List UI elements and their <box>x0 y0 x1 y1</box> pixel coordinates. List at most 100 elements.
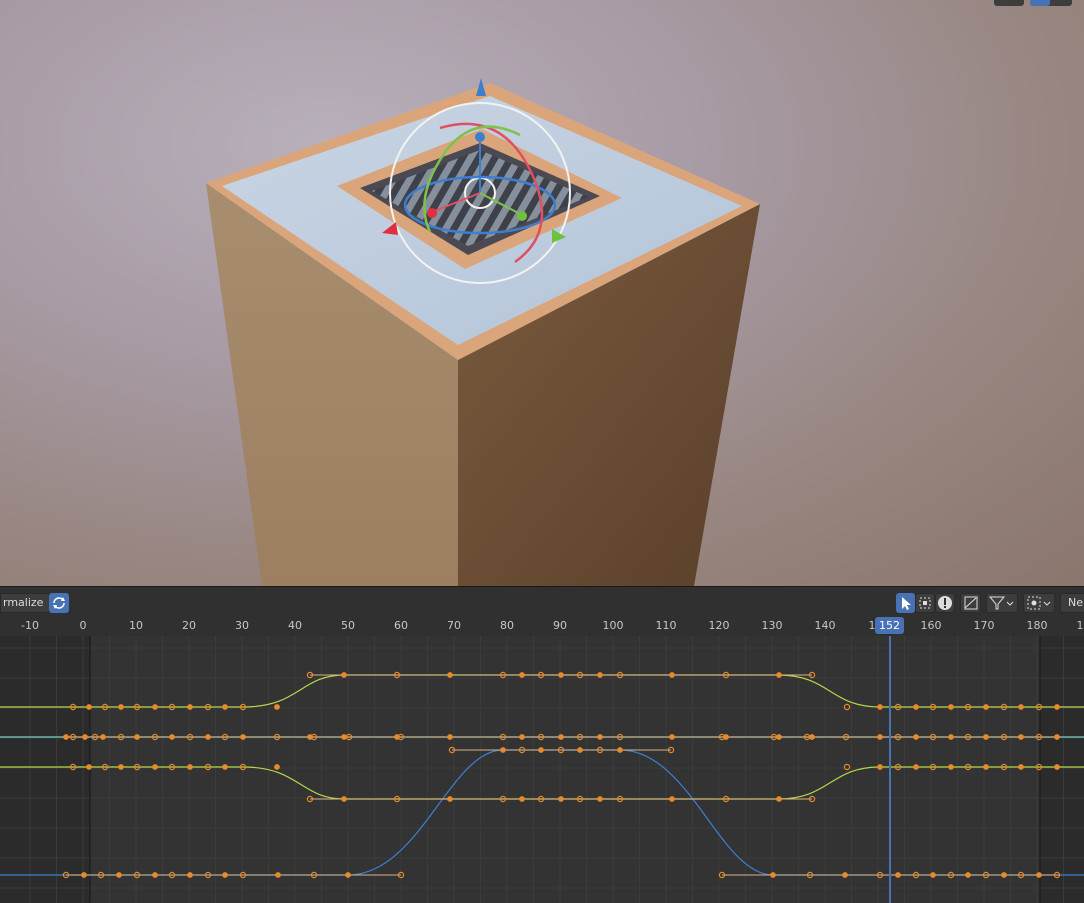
keyframe <box>81 872 87 878</box>
keyframe <box>519 672 525 678</box>
keyframe <box>597 796 603 802</box>
tick-label: 140 <box>814 619 836 632</box>
graph-canvas[interactable] <box>0 636 1084 903</box>
3d-viewport[interactable] <box>0 0 1084 586</box>
keyframe <box>82 734 88 740</box>
keyframe <box>1054 704 1060 710</box>
keyframe <box>877 704 883 710</box>
tick-label: 10 <box>129 619 143 632</box>
tick-label: -10 <box>21 619 39 632</box>
keyframe <box>86 764 92 770</box>
keyframe <box>617 747 623 753</box>
out-of-range-right <box>1040 636 1084 903</box>
normalize-mode-dropdown[interactable]: Ne <box>1060 593 1084 613</box>
keyframe <box>1054 734 1060 740</box>
tick-label: 40 <box>288 619 302 632</box>
keyframe <box>983 764 989 770</box>
keyframe <box>274 764 280 770</box>
keyframe <box>1001 872 1007 878</box>
tick-label: 20 <box>182 619 196 632</box>
keyframe <box>809 734 815 740</box>
keyframe <box>1054 764 1060 770</box>
tick-label: 60 <box>394 619 408 632</box>
keyframe <box>152 704 158 710</box>
keyframe <box>1036 872 1042 878</box>
viewport-view-button[interactable] <box>994 0 1024 6</box>
keyframe <box>669 734 675 740</box>
graph-editor-header: rmalize Ne <box>0 586 1084 617</box>
tick-label: 30 <box>235 619 249 632</box>
ghost-curve-icon[interactable] <box>960 593 981 613</box>
keyframe <box>776 734 782 740</box>
keyframe <box>877 764 883 770</box>
keyframe <box>447 672 453 678</box>
keyframe <box>983 704 989 710</box>
keyframe <box>669 672 675 678</box>
keyframe <box>983 734 989 740</box>
keyframe <box>63 734 69 740</box>
keyframe <box>913 764 919 770</box>
keyframe <box>500 747 506 753</box>
keyframe <box>187 704 193 710</box>
keyframe <box>948 734 954 740</box>
keyframe <box>770 872 776 878</box>
frame-ruler[interactable]: -10 0 10 20 30 40 50 60 70 80 90 100 110… <box>0 617 1084 636</box>
keyframe <box>169 734 175 740</box>
pivot-point-icon[interactable] <box>1023 593 1055 613</box>
keyframe <box>341 672 347 678</box>
keyframe <box>843 763 851 771</box>
keyframe <box>948 764 954 770</box>
keyframe <box>895 872 901 878</box>
keyframe <box>669 796 675 802</box>
keyframe <box>843 703 851 711</box>
warning-icon[interactable] <box>935 593 955 613</box>
funnel-icon[interactable] <box>986 593 1018 613</box>
keyframe <box>597 734 603 740</box>
keyframe <box>100 734 106 740</box>
keyframe <box>222 872 228 878</box>
keyframe <box>519 734 525 740</box>
tick-label: 170 <box>973 619 995 632</box>
refresh-icon[interactable] <box>49 593 69 613</box>
keyframe <box>152 764 158 770</box>
keyframe <box>913 704 919 710</box>
current-frame-indicator[interactable]: 152 <box>875 617 904 634</box>
cursor-arrow-icon[interactable] <box>896 593 915 613</box>
tick-label: 100 <box>602 619 624 632</box>
keyframe <box>913 734 919 740</box>
keyframe <box>240 734 246 740</box>
keyframe <box>275 872 281 878</box>
keyframe <box>519 796 525 802</box>
keyframe <box>187 764 193 770</box>
keyframe <box>597 672 603 678</box>
keyframe <box>118 704 124 710</box>
keyframe <box>558 734 564 740</box>
curves <box>0 636 1084 903</box>
tick-label: 50 <box>341 619 355 632</box>
out-of-range-left <box>0 636 90 903</box>
keyframe <box>205 734 211 740</box>
tick-label: 90 <box>553 619 567 632</box>
tick-label: 80 <box>500 619 514 632</box>
keyframe <box>965 872 971 878</box>
keyframe <box>116 872 122 878</box>
keyframe <box>723 734 729 740</box>
tick-label: 110 <box>655 619 677 632</box>
viewport-mode-toggle[interactable] <box>1030 0 1072 6</box>
tick-label: 160 <box>920 619 942 632</box>
normalize-button[interactable]: rmalize <box>0 593 50 613</box>
keyframe <box>86 704 92 710</box>
tick-label: 70 <box>447 619 461 632</box>
keyframe <box>187 872 193 878</box>
keyframe <box>558 672 564 678</box>
keyframe <box>930 872 936 878</box>
dashed-box-icon[interactable] <box>915 593 935 613</box>
keyframe <box>134 734 140 740</box>
tick-label: 130 <box>761 619 783 632</box>
keyframe <box>842 872 848 878</box>
tick-label: 180 <box>1026 619 1048 632</box>
scene <box>206 78 760 586</box>
keyframe <box>274 704 280 710</box>
keyframe <box>345 872 351 878</box>
keyframe <box>341 734 347 740</box>
